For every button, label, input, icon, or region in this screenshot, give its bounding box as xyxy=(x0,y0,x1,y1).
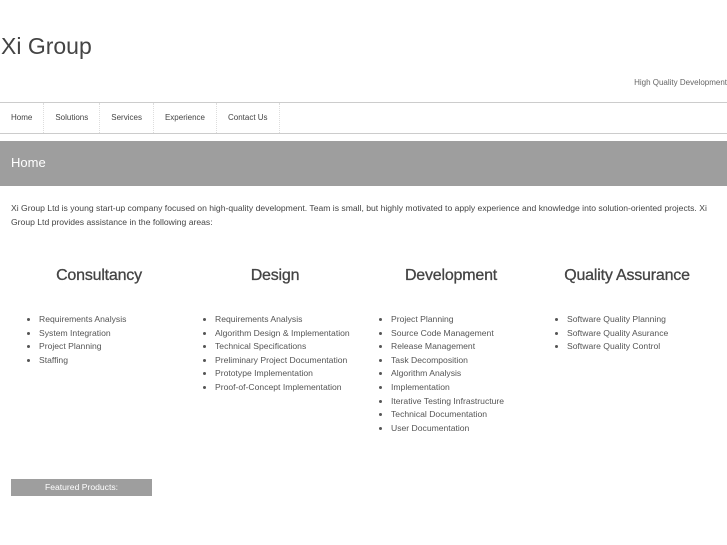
list-item: User Documentation xyxy=(391,422,539,436)
nav-home[interactable]: Home xyxy=(0,103,45,133)
service-list: Requirements AnalysisSystem IntegrationP… xyxy=(11,313,187,367)
list-item: Staffing xyxy=(39,354,187,368)
service-column-design: Design Requirements AnalysisAlgorithm Des… xyxy=(187,267,363,395)
site-logo[interactable]: Xi Group xyxy=(1,33,92,60)
service-list: Software Quality PlanningSoftware Qualit… xyxy=(539,313,715,354)
list-item: Software Quality Planning xyxy=(567,313,715,327)
list-item: System Integration xyxy=(39,327,187,341)
nav-solutions[interactable]: Solutions xyxy=(44,103,101,133)
intro-text: Xi Group Ltd is young start-up company f… xyxy=(11,203,707,227)
list-item: Requirements Analysis xyxy=(39,313,187,327)
list-item: Software Quality Control xyxy=(567,340,715,354)
list-item: Software Quality Asurance xyxy=(567,327,715,341)
list-item: Release Management xyxy=(391,340,539,354)
list-item: Algorithm Analysis xyxy=(391,367,539,381)
list-item: Project Planning xyxy=(39,340,187,354)
nav-services[interactable]: Services xyxy=(100,103,154,133)
list-item: Iterative Testing Infrastructure xyxy=(391,395,539,409)
list-item: Requirements Analysis xyxy=(215,313,363,327)
list-item: Proof-of-Concept Implementation xyxy=(215,381,363,395)
column-heading: Design xyxy=(250,267,300,284)
list-item: Project Planning xyxy=(391,313,539,327)
column-heading: Quality Assurance xyxy=(564,267,690,284)
list-item: Prototype Implementation xyxy=(215,367,363,381)
page-title: Home xyxy=(0,141,727,186)
nav-contact-us[interactable]: Contact Us xyxy=(217,103,280,133)
service-list: Project PlanningSource Code ManagementRe… xyxy=(363,313,539,435)
list-item: Technical Documentation xyxy=(391,408,539,422)
service-list: Requirements AnalysisAlgorithm Design & … xyxy=(187,313,363,395)
service-column-quality-assurance: Quality Assurance Software Quality Planni… xyxy=(539,267,715,354)
list-item: Task Decomposition xyxy=(391,354,539,368)
list-item: Source Code Management xyxy=(391,327,539,341)
service-column-development: Development Project PlanningSource Code M… xyxy=(363,267,539,435)
service-column-consultancy: Consultancy Requirements AnalysisSystem I… xyxy=(11,267,187,367)
list-item: Preliminary Project Documentation xyxy=(215,354,363,368)
list-item: Algorithm Design & Implementation xyxy=(215,327,363,341)
column-heading: Development xyxy=(404,267,498,284)
main-nav: Home Solutions Services Experience Conta… xyxy=(0,102,727,134)
nav-experience[interactable]: Experience xyxy=(154,103,217,133)
list-item: Technical Specifications xyxy=(215,340,363,354)
column-heading: Consultancy xyxy=(56,267,142,284)
featured-products-button[interactable]: Featured Products: xyxy=(11,479,152,496)
tagline: High Quality Development xyxy=(634,78,727,87)
list-item: Implementation xyxy=(391,381,539,395)
